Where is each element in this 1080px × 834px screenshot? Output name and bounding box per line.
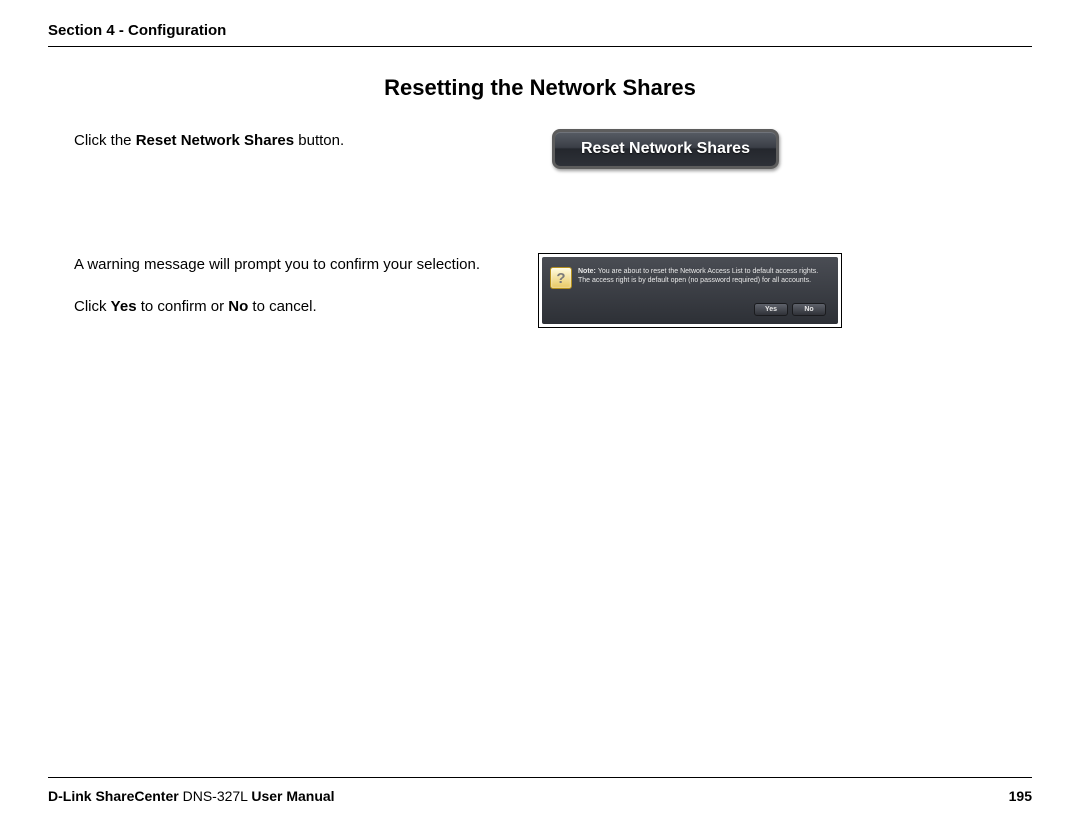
confirm-dialog-frame: ? Note: You are about to reset the Netwo…: [538, 253, 842, 328]
reset-network-shares-button[interactable]: Reset Network Shares: [552, 129, 779, 169]
step1-bold: Reset Network Shares: [136, 132, 294, 149]
dialog-body: ? Note: You are about to reset the Netwo…: [550, 267, 830, 289]
step-1-text: Click the Reset Network Shares button.: [48, 129, 518, 171]
section-label: Section 4 - Configuration: [48, 22, 226, 39]
confirm-dialog: ? Note: You are about to reset the Netwo…: [542, 257, 838, 324]
step2-line1: A warning message will prompt you to con…: [74, 253, 518, 277]
step-2-visual: ? Note: You are about to reset the Netwo…: [518, 253, 1032, 328]
step-2-text: A warning message will prompt you to con…: [48, 253, 518, 337]
page-header: Section 4 - Configuration: [48, 22, 1032, 47]
step1-post: button.: [294, 132, 344, 149]
page-title: Resetting the Network Shares: [48, 75, 1032, 101]
step-2-row: A warning message will prompt you to con…: [48, 253, 1032, 337]
step1-pre: Click the: [74, 132, 136, 149]
dialog-message: Note: You are about to reset the Network…: [578, 267, 818, 286]
footer-left: D-Link ShareCenter DNS-327L User Manual: [48, 788, 335, 804]
yes-button[interactable]: Yes: [754, 303, 788, 316]
step-1-visual: Reset Network Shares: [518, 129, 1032, 169]
page-footer: D-Link ShareCenter DNS-327L User Manual …: [48, 777, 1032, 804]
no-button[interactable]: No: [792, 303, 826, 316]
page-number: 195: [1009, 788, 1032, 804]
question-icon: ?: [550, 267, 572, 289]
step2-line2: Click Yes to confirm or No to cancel.: [74, 295, 518, 319]
step-1-row: Click the Reset Network Shares button. R…: [48, 129, 1032, 171]
dialog-buttons: Yes No: [550, 303, 830, 316]
